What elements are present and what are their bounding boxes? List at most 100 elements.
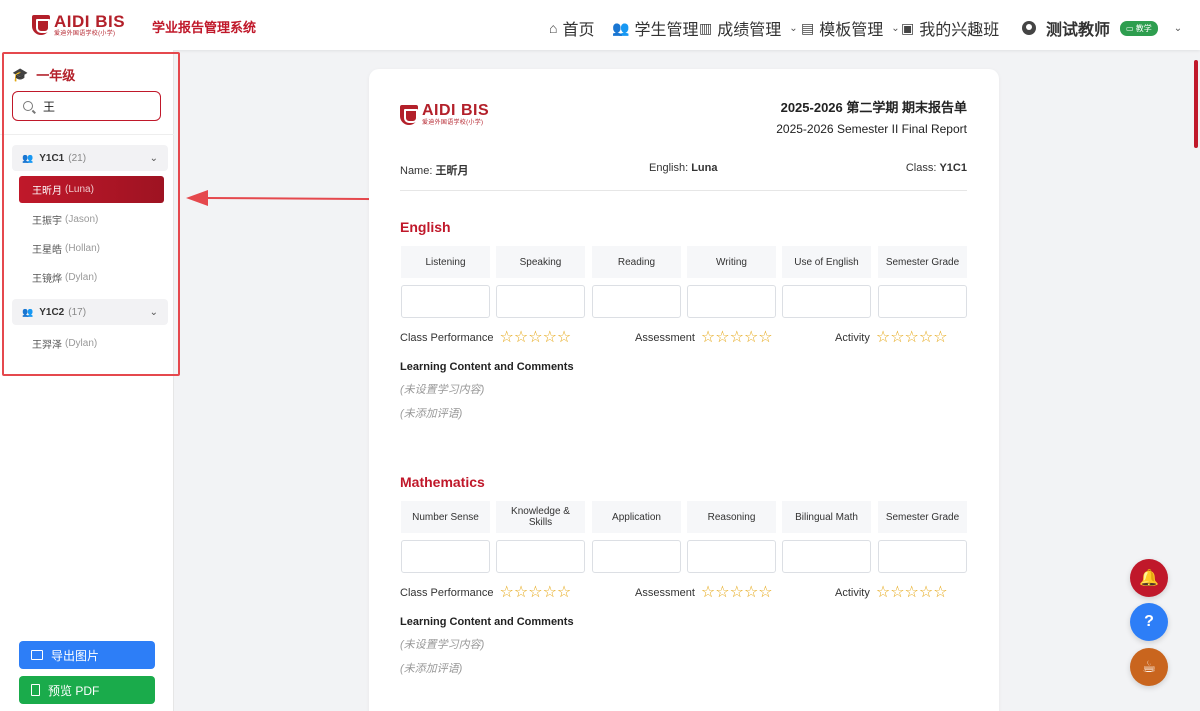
users-icon: 👥 [612,19,630,36]
pdf-icon [31,684,40,696]
learning-content-placeholder: (未设置学习内容) [400,639,485,651]
rating-group: Activity ☆☆☆☆☆ [835,585,948,601]
star-rating[interactable]: ☆☆☆☆☆ [701,330,773,346]
rating-label: Activity [835,332,870,344]
name-value: 王昕月 [435,165,469,177]
score-header: Reasoning [687,501,776,533]
user-name: 测试教师 [1046,22,1111,39]
score-input[interactable] [401,285,490,318]
home-icon: ⌂ [549,20,558,36]
teacher-icon: ▣ [901,19,915,36]
score-input[interactable] [782,285,871,318]
english-name-field: English: Luna [649,162,717,174]
rating-row: Class Performance ☆☆☆☆☆ Assessment ☆☆☆☆☆… [400,330,967,348]
help-button[interactable]: ? [1130,603,1168,641]
export-image-button[interactable]: 导出图片 [19,641,155,669]
nav-grades[interactable]: ▥ 成绩管理 ⌄ [699,16,798,40]
report-logo-title: AIDI BIS [422,102,490,119]
score-input[interactable] [592,285,681,318]
rating-label: Activity [835,587,870,599]
coffee-icon: ☕ [1141,659,1157,676]
class-value: Y1C1 [939,162,967,174]
score-header: Reading [592,246,681,278]
rating-group: Class Performance ☆☆☆☆☆ [400,330,571,346]
score-input[interactable] [687,540,776,573]
rating-label: Assessment [635,587,695,599]
nav-interest[interactable]: ▣ 我的兴趣班 [901,16,999,40]
rating-group: Activity ☆☆☆☆☆ [835,330,948,346]
student-name-field: Name: 王昕月 [400,162,468,178]
star-rating[interactable]: ☆☆☆☆☆ [876,330,948,346]
star-rating[interactable]: ☆☆☆☆☆ [876,585,948,601]
score-input[interactable] [401,540,490,573]
star-rating[interactable]: ☆☆☆☆☆ [500,330,572,346]
score-input[interactable] [878,285,967,318]
nav-templates[interactable]: ▤ 模板管理 ⌄ [801,16,900,40]
logo-subtitle: 爱迪外国语学校(小学) [54,31,116,37]
chevron-down-icon: ⌄ [891,22,900,34]
score-header: Knowledge & Skills [496,501,585,533]
score-header: Number Sense [401,501,490,533]
star-rating[interactable]: ☆☆☆☆☆ [701,585,773,601]
score-input[interactable] [687,285,776,318]
chevron-down-icon: ⌄ [1173,22,1183,34]
class-field: Class: Y1C1 [906,162,967,174]
notification-button[interactable]: 🔔 [1130,559,1168,597]
nav-grades-label: 成绩管理 [717,22,782,39]
comment-placeholder: (未添加评语) [400,663,463,675]
logo-title: AIDI BIS [54,12,126,31]
logo[interactable]: AIDI BIS 爱迪外国语学校(小学) [32,13,125,37]
chart-icon: ▥ [699,19,713,36]
rating-row: Class Performance ☆☆☆☆☆ Assessment ☆☆☆☆☆… [400,585,967,603]
scrollbar[interactable] [1194,60,1198,148]
top-bar: AIDI BIS 爱迪外国语学校(小学) 学业报告管理系统 ⌂ 首页 👥 学生管… [0,0,1200,50]
rating-group: Class Performance ☆☆☆☆☆ [400,585,571,601]
score-input[interactable] [878,540,967,573]
report-logo-subtitle: 爱迪外国语学校(小学) [422,120,484,126]
export-image-label: 导出图片 [51,648,100,663]
score-header: Semester Grade [878,501,967,533]
app-title: 学业报告管理系统 [152,20,257,35]
score-header: Listening [401,246,490,278]
image-icon [31,650,43,660]
report-title: 2025-2026 第二学期 期末报告单 2025-2026 Semester … [776,97,967,136]
annotation-arrow-head [186,190,208,206]
nav-templates-label: 模板管理 [819,22,884,39]
score-header: Writing [687,246,776,278]
sidebar: 🎓 一年级 王 👥 Y1C1 (21) ⌄ 王昕月 (Luna) 王振宇 (Ja… [0,50,180,711]
user-menu[interactable]: 测试教师 ▭ 教学 ⌄ [1022,16,1182,40]
english-value: Luna [691,162,718,174]
nav-home-label: 首页 [562,22,595,39]
question-icon: ? [1144,613,1154,630]
shield-logo-icon [32,15,50,35]
preview-pdf-label: 预览 PDF [48,683,100,698]
report-card: AIDI BIS 爱迪外国语学校(小学) 2025-2026 第二学期 期末报告… [369,69,999,711]
divider [400,190,967,191]
role-badge: ▭ 教学 [1120,20,1158,36]
english-label: English: [649,162,689,174]
score-header: Use of English [782,246,871,278]
nav-students[interactable]: 👥 学生管理 [612,16,698,40]
score-header: Application [592,501,681,533]
report-title-cn: 2025-2026 第二学期 期末报告单 [780,100,967,115]
report-title-en: 2025-2026 Semester II Final Report [776,122,967,136]
coffee-button[interactable]: ☕ [1130,648,1168,686]
subject-title: English [400,219,451,235]
learning-content-title: Learning Content and Comments [400,361,574,373]
score-input[interactable] [496,540,585,573]
rating-group: Assessment ☆☆☆☆☆ [635,330,773,346]
user-avatar-icon [1022,21,1036,35]
rating-label: Class Performance [400,587,494,599]
bell-icon: 🔔 [1139,570,1159,587]
preview-pdf-button[interactable]: 预览 PDF [19,676,155,704]
star-rating[interactable]: ☆☆☆☆☆ [500,585,572,601]
rating-label: Assessment [635,332,695,344]
score-input[interactable] [592,540,681,573]
score-header: Bilingual Math [782,501,871,533]
learning-content-placeholder: (未设置学习内容) [400,384,485,396]
rating-label: Class Performance [400,332,494,344]
score-input[interactable] [496,285,585,318]
score-input[interactable] [782,540,871,573]
comment-placeholder: (未添加评语) [400,408,463,420]
nav-home[interactable]: ⌂ 首页 [549,16,594,40]
